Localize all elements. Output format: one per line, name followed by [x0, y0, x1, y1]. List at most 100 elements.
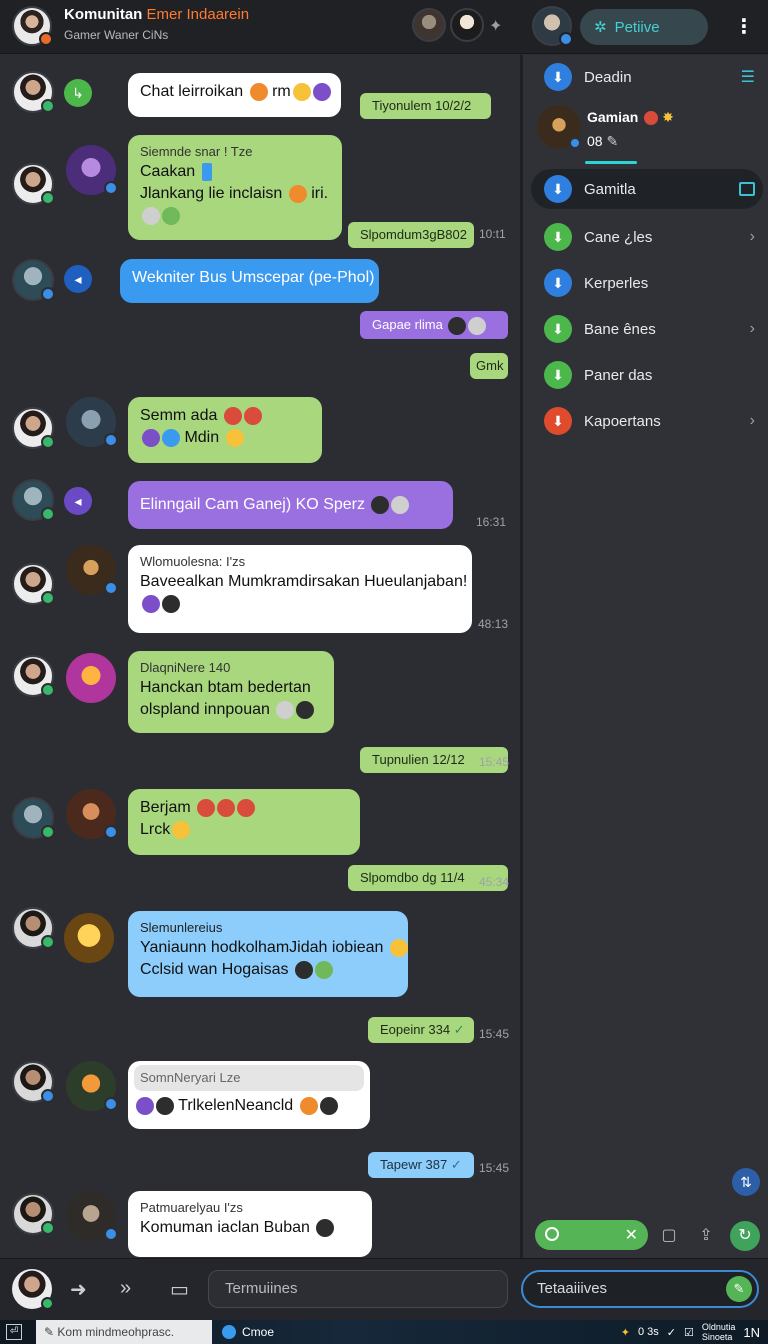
- sidebar-item-kerperles[interactable]: ⬇ Kerperles: [531, 263, 763, 303]
- game-card[interactable]: Gamian ✸ 08 ✎: [537, 105, 757, 165]
- title-main: Komunitan: [64, 6, 147, 23]
- outgoing-message[interactable]: Eopeinr 334 ✓: [368, 1017, 474, 1043]
- scroll-button[interactable]: ⇅: [732, 1168, 760, 1196]
- check-icon[interactable]: ✓: [667, 1326, 676, 1339]
- upload-icon[interactable]: ⇪: [693, 1223, 719, 1249]
- avatar[interactable]: [12, 797, 55, 839]
- sidebar-item-gamitla[interactable]: ⬇ Gamitla: [531, 169, 763, 209]
- member-avatar[interactable]: [450, 8, 484, 42]
- outgoing-message[interactable]: Tiyonulem 10/2/2: [360, 93, 491, 119]
- outgoing-message[interactable]: Tapewr 387 ✓: [368, 1152, 474, 1178]
- search-input[interactable]: Tetaaiiives ✎: [521, 1270, 759, 1308]
- send-icon[interactable]: ✎: [726, 1276, 752, 1302]
- message-bubble[interactable]: Patmuarelyau I'zs Komuman iaclan Buban: [128, 1191, 372, 1257]
- message-bubble[interactable]: Semm ada Mdin: [128, 397, 322, 463]
- avatar[interactable]: [12, 655, 55, 697]
- check-icon: ✓: [453, 1022, 465, 1037]
- game-avatar[interactable]: [66, 1061, 118, 1111]
- sidebar-item-canes[interactable]: ⬇ Cane ¿les ›: [531, 217, 763, 257]
- emoji-icon: [391, 495, 410, 514]
- message-text: Mdin: [184, 429, 220, 446]
- avatar[interactable]: [12, 479, 55, 521]
- tray-text: 0 3s: [637, 1326, 659, 1338]
- avatar[interactable]: [12, 907, 55, 949]
- game-avatar[interactable]: [66, 145, 118, 195]
- message-bubble[interactable]: Wekniter Bus Umscepar (pe-Phol): [120, 259, 379, 303]
- back-icon[interactable]: ◂: [64, 265, 92, 293]
- sender-name: DlaqniNere 140: [140, 660, 231, 675]
- sidebar: ⬇ Deadin ☰ Gamian ✸ 08 ✎ ⬇ Gamitla ⬇ Can…: [523, 55, 768, 1258]
- clock: Oldnutia Sinoeta: [702, 1322, 736, 1342]
- window-icon[interactable]: [739, 182, 755, 196]
- avatar[interactable]: [12, 563, 55, 605]
- outgoing-message[interactable]: Slpomdum3gB802: [348, 222, 474, 248]
- avatar[interactable]: [12, 259, 55, 301]
- online-badge: [41, 935, 55, 949]
- member-avatar[interactable]: [412, 8, 446, 42]
- sidebar-item-deadin[interactable]: ⬇ Deadin ☰: [531, 57, 763, 97]
- refresh-icon[interactable]: ↻: [730, 1221, 760, 1251]
- close-icon[interactable]: ✕: [625, 1225, 638, 1245]
- online-badge: [41, 825, 55, 839]
- header: Komunitan Emer Indaarein Gamer Waner CiN…: [0, 0, 768, 54]
- community-avatar[interactable]: [12, 6, 53, 46]
- chevron-right-icon[interactable]: ›: [750, 228, 755, 246]
- positive-button[interactable]: ✲ Petiive: [580, 9, 708, 45]
- avatar[interactable]: [12, 163, 55, 205]
- online-badge: [41, 683, 55, 697]
- message-bubble[interactable]: DlaqniNere 140 Hanckan btam bedertan ols…: [128, 651, 334, 733]
- message-bubble[interactable]: SomnNeryari Lze TrlkelenNeancld: [128, 1061, 370, 1129]
- forward-icon[interactable]: »: [120, 1277, 131, 1300]
- avatar[interactable]: [12, 71, 55, 113]
- timestamp: 15:45: [479, 755, 510, 769]
- timestamp: 10:t1: [479, 227, 506, 241]
- checkbox-icon[interactable]: ☑: [684, 1326, 694, 1339]
- message-bubble[interactable]: Berjam Lrck: [128, 789, 360, 855]
- attach-icon[interactable]: ▭: [170, 1277, 189, 1302]
- message-text: Wekniter Bus Umscepar (pe-Phol): [132, 269, 375, 286]
- online-badge: [41, 435, 55, 449]
- sidebar-item-banes[interactable]: ⬇ Bane ênes ›: [531, 309, 763, 349]
- reply-icon[interactable]: ↳: [64, 79, 92, 107]
- game-avatar[interactable]: [66, 789, 118, 839]
- my-avatar[interactable]: [12, 1269, 54, 1310]
- my-avatar[interactable]: [532, 6, 573, 46]
- game-avatar[interactable]: [66, 397, 118, 447]
- back-icon[interactable]: ◂: [64, 487, 92, 515]
- game-avatar[interactable]: [66, 653, 116, 703]
- message-bubble[interactable]: Chat leirroikan rm: [128, 73, 341, 117]
- outgoing-message[interactable]: Gmk: [470, 353, 508, 379]
- sidebar-item-panerdas[interactable]: ⬇ Paner das: [531, 355, 763, 395]
- gear-icon[interactable]: ✦: [489, 16, 502, 36]
- game-avatar[interactable]: [66, 545, 118, 595]
- sidebar-item-kapoertans[interactable]: ⬇ Kapoertans ›: [531, 401, 763, 441]
- list-icon[interactable]: ☰: [741, 67, 755, 87]
- sidebar-item-label: Kapoertans: [584, 412, 661, 430]
- verified-badge: [41, 287, 55, 301]
- circle-icon: [545, 1227, 559, 1241]
- kebab-icon[interactable]: ⋮: [734, 14, 754, 40]
- app-icon: [222, 1325, 236, 1339]
- game-avatar[interactable]: [64, 913, 114, 963]
- message-bubble[interactable]: Elinngail Cam Ganej) KO Sperz: [128, 481, 453, 529]
- chevron-right-icon[interactable]: ›: [750, 320, 755, 338]
- avatar[interactable]: [12, 407, 55, 449]
- start-icon[interactable]: ⏎: [6, 1324, 22, 1340]
- chevron-right-icon[interactable]: ›: [750, 412, 755, 430]
- arrow-right-icon[interactable]: ➜: [70, 1277, 87, 1302]
- message-bubble[interactable]: Wlomuolesna: I'zs Baveealkan Mumkramdirs…: [128, 545, 472, 633]
- message-bubble[interactable]: Slemunlereius Yaniaunn hodkolhamJidah io…: [128, 911, 408, 997]
- taskbar-tab[interactable]: ✎ Kom mindmeohprasc.: [36, 1320, 212, 1344]
- avatar[interactable]: [12, 1061, 55, 1103]
- taskbar-app[interactable]: Cmoe: [222, 1320, 274, 1344]
- status-toggle[interactable]: ✕: [535, 1220, 648, 1250]
- outgoing-message[interactable]: Gapae rlima: [360, 311, 508, 339]
- message-input[interactable]: Termuiines: [208, 1270, 508, 1308]
- game-avatar: [537, 105, 581, 149]
- avatar[interactable]: [12, 1193, 55, 1235]
- square-icon[interactable]: ▢: [656, 1223, 682, 1249]
- sparkle-icon[interactable]: ✦: [621, 1326, 630, 1339]
- message-bubble[interactable]: Siemnde snar ! Tze Caakan Jlankang lie i…: [128, 135, 342, 240]
- game-avatar[interactable]: [66, 1191, 118, 1241]
- system-tray: ✦ 0 3s ✓ ☑ Oldnutia Sinoeta 1N: [621, 1320, 760, 1344]
